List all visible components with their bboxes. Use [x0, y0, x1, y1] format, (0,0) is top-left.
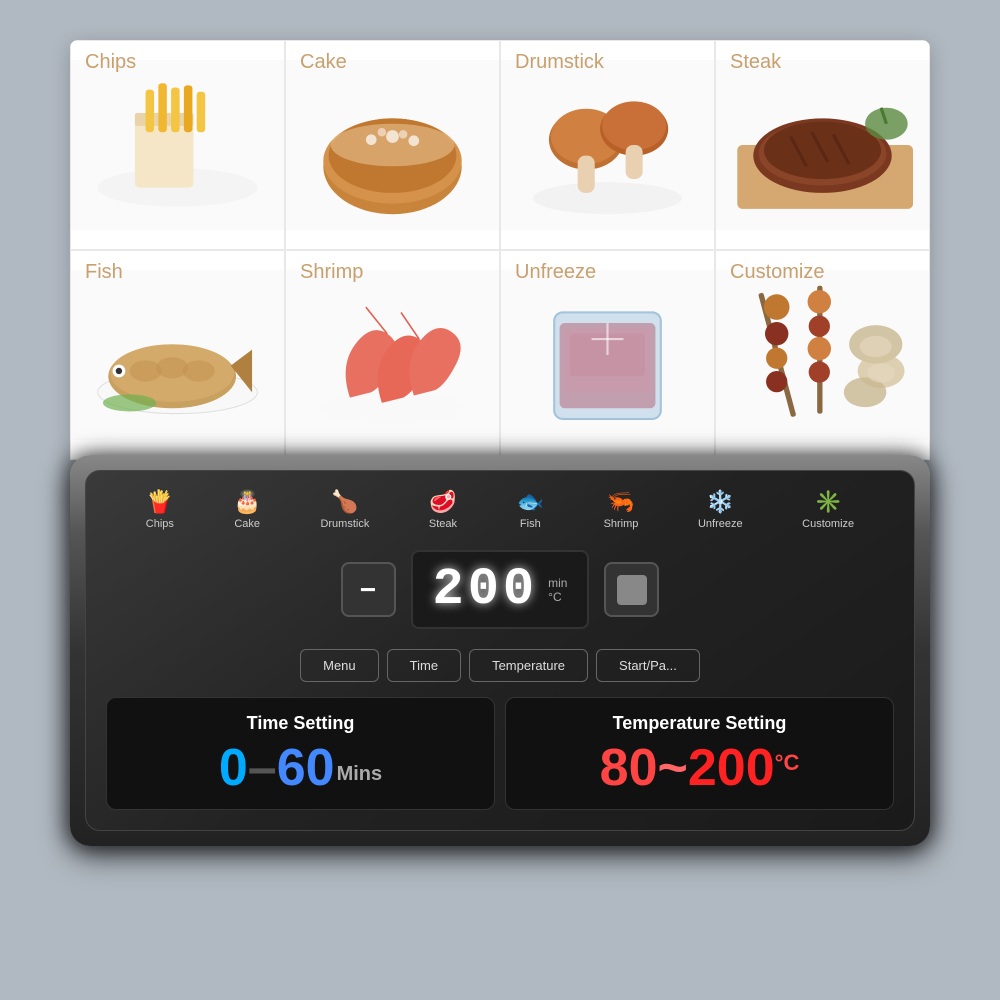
- lcd-value: 200: [433, 560, 539, 619]
- time-start: 0: [219, 742, 248, 794]
- food-cell-customize[interactable]: Customize: [715, 250, 930, 460]
- time-suffix: Mins: [337, 763, 383, 794]
- lcd-display: 200 min °C: [411, 550, 590, 629]
- time-setting-value: 0 – 60 Mins: [127, 742, 474, 794]
- mode-icon-unfreeze[interactable]: ❄️ Unfreeze: [698, 491, 743, 530]
- mode-icon-fish[interactable]: 🐟 Fish: [517, 491, 544, 530]
- control-panel-outer: 🍟 Chips 🎂 Cake 🍗 Drumstick 🥩 Steak 🐟: [70, 455, 930, 846]
- temp-setting-value: 80 ~ 200 °C: [526, 742, 873, 794]
- time-button[interactable]: Time: [387, 649, 461, 682]
- mode-icon-drumstick[interactable]: 🍗 Drumstick: [320, 491, 369, 530]
- startpause-button[interactable]: Start/Pa...: [596, 649, 700, 682]
- temperature-button[interactable]: Temperature: [469, 649, 588, 682]
- plus-button[interactable]: [604, 562, 659, 617]
- unit-min: min: [548, 577, 567, 589]
- temp-start: 80: [600, 742, 658, 794]
- control-panel-inner: 🍟 Chips 🎂 Cake 🍗 Drumstick 🥩 Steak 🐟: [85, 470, 915, 831]
- time-setting-panel: Time Setting 0 – 60 Mins: [106, 697, 495, 810]
- function-buttons: Menu Time Temperature Start/Pa...: [106, 649, 894, 682]
- food-cell-unfreeze[interactable]: Unfreeze: [500, 250, 715, 460]
- food-cell-chips[interactable]: Chips: [70, 40, 285, 250]
- time-separator: –: [248, 742, 277, 794]
- mode-icon-steak[interactable]: 🥩 Steak: [429, 491, 457, 530]
- food-cell-shrimp[interactable]: Shrimp: [285, 250, 500, 460]
- mode-icons-row: 🍟 Chips 🎂 Cake 🍗 Drumstick 🥩 Steak 🐟: [106, 491, 894, 530]
- unit-temp: °C: [548, 591, 561, 603]
- mode-icon-chips[interactable]: 🍟 Chips: [146, 491, 174, 530]
- mode-icon-customize[interactable]: ✳️ Customize: [802, 491, 854, 530]
- main-container: Chips Cake: [70, 40, 930, 960]
- temp-setting-title: Temperature Setting: [526, 713, 873, 734]
- temp-end: 200: [688, 742, 775, 794]
- food-cell-steak[interactable]: Steak: [715, 40, 930, 250]
- display-area: − 200 min °C: [106, 550, 894, 629]
- bottom-panels: Time Setting 0 – 60 Mins Temperature Set…: [106, 697, 894, 810]
- food-cell-cake[interactable]: Cake: [285, 40, 500, 250]
- temp-suffix: °C: [775, 742, 800, 776]
- temp-separator: ~: [658, 742, 688, 794]
- time-end: 60: [277, 742, 335, 794]
- mode-icon-shrimp[interactable]: 🦐 Shrimp: [604, 491, 639, 530]
- mode-icon-cake[interactable]: 🎂 Cake: [233, 491, 260, 530]
- temp-setting-panel: Temperature Setting 80 ~ 200 °C: [505, 697, 894, 810]
- food-cell-fish[interactable]: Fish: [70, 250, 285, 460]
- time-setting-title: Time Setting: [127, 713, 474, 734]
- menu-button[interactable]: Menu: [300, 649, 379, 682]
- food-grid: Chips Cake: [70, 40, 930, 460]
- minus-button[interactable]: −: [341, 562, 396, 617]
- food-cell-drumstick[interactable]: Drumstick: [500, 40, 715, 250]
